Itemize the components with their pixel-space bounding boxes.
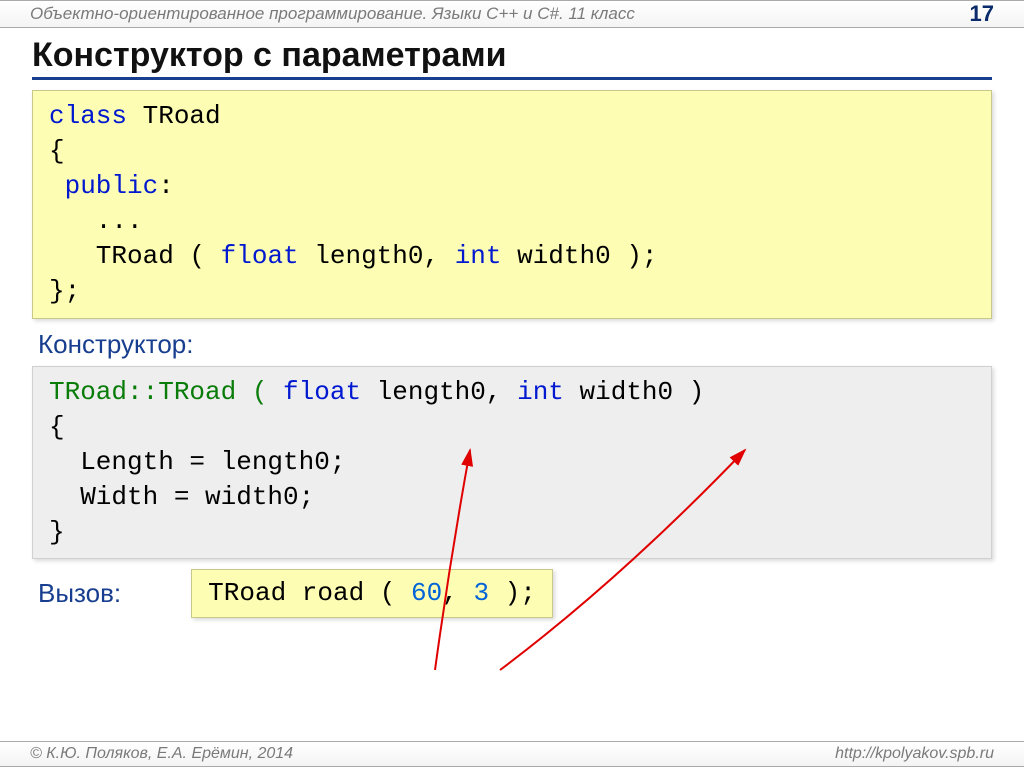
- code-block-class: class TRoad { public: ... TRoad ( float …: [32, 90, 992, 319]
- title-underline: [32, 77, 992, 80]
- label-constructor: Конструктор:: [38, 329, 992, 360]
- literal-60: 60: [411, 578, 442, 608]
- code-text: length0,: [361, 377, 517, 407]
- kw-int: int: [455, 241, 502, 271]
- code-text: {: [49, 136, 65, 166]
- slide-title: Конструктор с параметрами: [32, 36, 992, 75]
- code-text: ...: [49, 206, 143, 236]
- kw-float: float: [283, 377, 361, 407]
- code-text: :: [158, 171, 174, 201]
- page-number: 17: [970, 1, 994, 27]
- code-text: Length = length0;: [49, 447, 345, 477]
- code-text: TRoad (: [49, 241, 221, 271]
- header-bar: Объектно-ориентированное программировани…: [0, 0, 1024, 28]
- code-text: width0 ): [564, 377, 704, 407]
- code-block-constructor: TRoad::TRoad ( float length0, int width0…: [32, 366, 992, 559]
- code-text: TRoad::TRoad (: [49, 377, 283, 407]
- code-text: );: [489, 578, 536, 608]
- course-title: Объектно-ориентированное программировани…: [30, 4, 635, 24]
- code-text: }: [49, 517, 65, 547]
- literal-3: 3: [473, 578, 489, 608]
- code-block-call: TRoad road ( 60, 3 );: [191, 569, 553, 618]
- kw-int: int: [517, 377, 564, 407]
- kw-class: class: [49, 101, 127, 131]
- code-text: length0,: [299, 241, 455, 271]
- code-text: TRoad: [127, 101, 221, 131]
- kw-public: public: [49, 171, 158, 201]
- code-text: ,: [442, 578, 473, 608]
- kw-float: float: [221, 241, 299, 271]
- code-text: Width = width0;: [49, 482, 314, 512]
- footer-copyright: © К.Ю. Поляков, Е.А. Ерёмин, 2014: [30, 745, 293, 763]
- code-text: };: [49, 276, 80, 306]
- code-text: {: [49, 412, 65, 442]
- footer-url: http://kpolyakov.spb.ru: [835, 745, 994, 763]
- code-text: width0 );: [502, 241, 658, 271]
- footer-bar: © К.Ю. Поляков, Е.А. Ерёмин, 2014 http:/…: [0, 741, 1024, 767]
- code-text: TRoad road (: [208, 578, 411, 608]
- label-call: Вызов:: [38, 578, 121, 609]
- call-row: Вызов: TRoad road ( 60, 3 );: [32, 569, 992, 618]
- slide-content: Конструктор с параметрами class TRoad { …: [0, 28, 1024, 618]
